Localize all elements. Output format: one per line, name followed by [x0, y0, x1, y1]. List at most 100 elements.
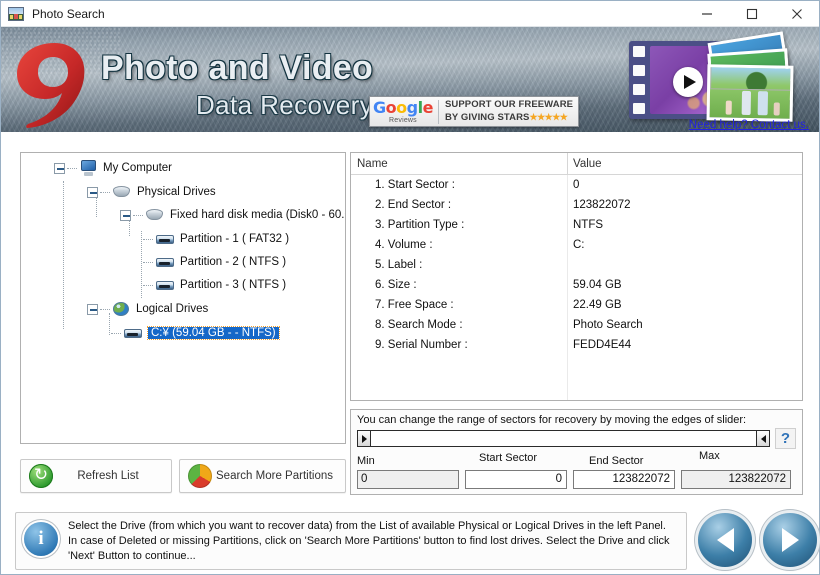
- partition-icon: [123, 327, 143, 340]
- google-wordmark: Google: [373, 97, 433, 117]
- next-arrow-button[interactable]: [763, 513, 817, 567]
- search-more-partitions-label: Search More Partitions: [216, 470, 333, 482]
- row-value: [567, 255, 802, 275]
- row-value: C:: [567, 235, 802, 255]
- table-header: Name Value: [351, 153, 802, 175]
- row-value: 59.04 GB: [567, 275, 802, 295]
- photo-family-image: [706, 64, 794, 122]
- tree-node-label: My Computer: [103, 162, 173, 174]
- help-question-button[interactable]: ?: [775, 428, 796, 449]
- row-name: 4. Volume :: [375, 239, 433, 251]
- table-row[interactable]: 5. Label :: [351, 255, 802, 275]
- tree-node-label: Partition - 3 ( NTFS ): [180, 279, 287, 291]
- badge-message-line1: SUPPORT OUR FREEWARE: [444, 99, 574, 110]
- row-value: 0: [567, 175, 802, 195]
- tree-node-partition-1[interactable]: Partition - 1 ( FAT32 ): [141, 230, 289, 248]
- banner-title-line2: Data Recovery: [195, 90, 374, 120]
- row-value: NTFS: [567, 215, 802, 235]
- column-header-value: Value: [567, 153, 802, 175]
- next-arrow-icon: [781, 528, 799, 552]
- table-row[interactable]: 4. Volume : C:: [351, 235, 802, 255]
- row-value: FEDD4E44: [567, 335, 802, 355]
- table-row[interactable]: 6. Size : 59.04 GB: [351, 275, 802, 295]
- tree-connector: [63, 181, 64, 329]
- tree-node-label: Partition - 2 ( NTFS ): [180, 256, 287, 268]
- tree-node-physical-drives[interactable]: Physical Drives: [87, 183, 216, 201]
- min-label: Min: [357, 455, 375, 467]
- tree-node-partition-3[interactable]: Partition - 3 ( NTFS ): [141, 276, 286, 294]
- table-row[interactable]: 8. Search Mode : Photo Search: [351, 315, 802, 335]
- row-value: Photo Search: [567, 315, 802, 335]
- table-row[interactable]: 3. Partition Type : NTFS: [351, 215, 802, 235]
- tree-node-label: Fixed hard disk media (Disk0 - 60.00 GB): [170, 209, 345, 221]
- slider-left-handle[interactable]: [358, 431, 371, 446]
- badge-message-line2: BY GIVING STARS★★★★★: [444, 112, 568, 123]
- table-empty-row: [351, 375, 802, 395]
- row-value: 22.49 GB: [567, 295, 802, 315]
- table-empty-row: [351, 355, 802, 375]
- back-arrow-button[interactable]: [698, 513, 752, 567]
- end-sector-label: End Sector: [589, 455, 644, 467]
- collapse-box-icon[interactable]: [87, 186, 98, 198]
- footer-bar: Select the Drive (from which you want to…: [15, 512, 817, 574]
- close-icon[interactable]: [774, 1, 819, 26]
- refresh-icon: [29, 463, 53, 488]
- tree-node-partition-2[interactable]: Partition - 2 ( NTFS ): [141, 253, 286, 271]
- minimize-icon[interactable]: [684, 1, 729, 26]
- drive-tree-panel[interactable]: My Computer Physical Drives Fixed hard d…: [20, 152, 346, 444]
- min-value-field: 0: [357, 470, 459, 489]
- contact-us-link[interactable]: Need help? Contact us.: [689, 119, 809, 131]
- table-row[interactable]: 9. Serial Number : FEDD4E44: [351, 335, 802, 355]
- slider-right-handle[interactable]: [756, 431, 769, 446]
- max-label: Max: [699, 450, 720, 462]
- start-sector-label: Start Sector: [479, 452, 538, 464]
- sector-range-caption: You can change the range of sectors for …: [357, 414, 747, 426]
- row-name: 5. Label :: [375, 259, 423, 271]
- row-name: 7. Free Space :: [375, 299, 454, 311]
- collapse-box-icon[interactable]: [120, 209, 131, 221]
- partition-icon: [155, 233, 175, 246]
- instruction-text: Select the Drive (from which you want to…: [68, 520, 670, 562]
- partition-icon: [155, 256, 175, 269]
- table-row[interactable]: 7. Free Space : 22.49 GB: [351, 295, 802, 315]
- header-banner: Photo and Video Data Recovery Google Rev…: [1, 27, 819, 132]
- tree-node-logical-drives[interactable]: Logical Drives: [87, 300, 208, 318]
- play-button-icon: [673, 67, 703, 97]
- disk-icon: [112, 185, 132, 199]
- table-row[interactable]: 2. End Sector : 123822072: [351, 195, 802, 215]
- sector-range-slider[interactable]: [357, 430, 770, 447]
- search-more-partitions-button[interactable]: Search More Partitions: [179, 459, 346, 493]
- maximize-icon[interactable]: [729, 1, 774, 26]
- banner-title: Photo and Video Data Recovery: [101, 49, 373, 121]
- banner-title-line1: Photo and Video: [101, 49, 374, 87]
- photo-landscape-icon: [8, 6, 24, 21]
- back-arrow-icon: [716, 528, 734, 552]
- tree-node-fixed-hard-disk[interactable]: Fixed hard disk media (Disk0 - 60.00 GB): [120, 206, 345, 224]
- start-sector-input[interactable]: 0: [465, 470, 567, 489]
- collapse-box-icon[interactable]: [54, 162, 65, 174]
- table-row[interactable]: 1. Start Sector : 0: [351, 175, 802, 195]
- partition-icon: [155, 279, 175, 292]
- tree-node-label-selected: C:¥ (59.04 GB - - NTFS): [147, 326, 280, 340]
- main-content: My Computer Physical Drives Fixed hard d…: [1, 132, 819, 574]
- refresh-list-button[interactable]: Refresh List: [20, 459, 172, 493]
- title-bar: Photo Search: [1, 1, 819, 27]
- sector-slider-row: ?: [351, 426, 802, 449]
- row-name: 8. Search Mode :: [375, 319, 463, 331]
- row-name: 1. Start Sector :: [375, 179, 455, 191]
- banner-media-graphic: [621, 31, 811, 127]
- tree-node-drive-c[interactable]: C:¥ (59.04 GB - - NTFS): [109, 324, 280, 342]
- end-sector-input[interactable]: 123822072: [573, 470, 675, 489]
- tree-node-my-computer[interactable]: My Computer: [54, 159, 172, 177]
- row-name: 9. Serial Number :: [375, 339, 468, 351]
- google-reviews-badge[interactable]: Google Reviews SUPPORT OUR FREEWARE BY G…: [369, 96, 580, 127]
- row-name: 3. Partition Type :: [375, 219, 465, 231]
- collapse-box-icon[interactable]: [87, 303, 98, 315]
- google-reviews-label: Reviews: [389, 116, 417, 124]
- partition-details-table: Name Value 1. Start Sector : 0 2. End Sec…: [350, 152, 803, 401]
- max-value-field: 123822072: [681, 470, 791, 489]
- star-rating-icon: ★★★★★: [529, 112, 568, 122]
- sector-range-group: You can change the range of sectors for …: [350, 409, 803, 495]
- computer-icon: [79, 160, 98, 176]
- google-logo: Google Reviews: [373, 97, 439, 124]
